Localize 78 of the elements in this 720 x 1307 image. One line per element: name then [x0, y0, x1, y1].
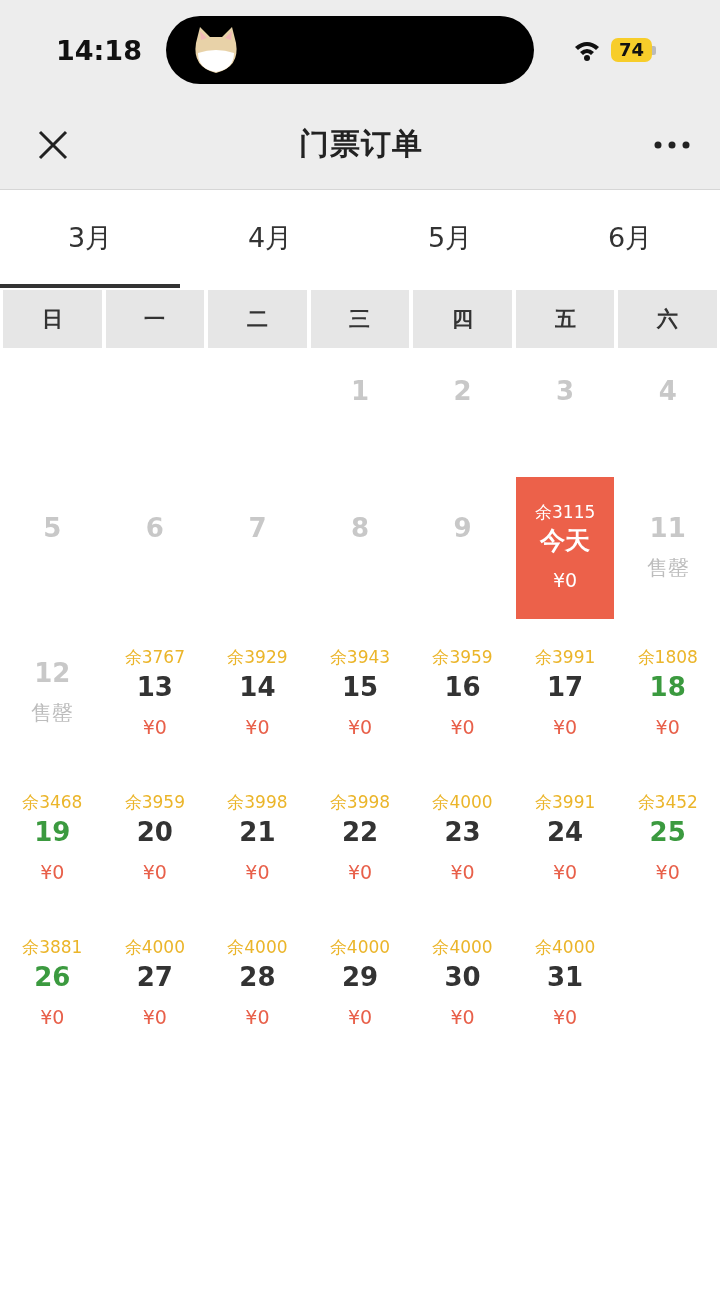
date-number[interactable]: 13 — [136, 669, 173, 705]
price-label: ¥0 — [553, 568, 578, 593]
price-label: ¥0 — [553, 860, 578, 885]
sold-out-label: 售罄 — [31, 700, 74, 726]
month-tab[interactable]: 5月 — [360, 190, 540, 288]
remaining-count: 余3998 — [329, 791, 391, 814]
price-label: ¥0 — [553, 1005, 578, 1030]
price-label: ¥0 — [347, 715, 373, 740]
weekday-header: 五 — [515, 290, 615, 348]
weekday-header: 三 — [310, 290, 410, 348]
date-number[interactable]: 21 — [239, 814, 276, 850]
price-label: ¥0 — [347, 860, 373, 885]
remaining-count: 余3959 — [124, 791, 185, 814]
more-button[interactable] — [654, 139, 690, 150]
battery-level: 74 — [610, 38, 652, 62]
date-number[interactable]: 23 — [444, 814, 481, 850]
price-label: ¥0 — [450, 860, 475, 885]
price-label: ¥0 — [245, 715, 270, 740]
price-label: ¥0 — [245, 1005, 270, 1030]
remaining-count: 余3881 — [22, 936, 83, 959]
remaining-count: 余4000 — [124, 936, 185, 959]
weekday-header: 一 — [105, 290, 205, 348]
date-number[interactable]: 20 — [136, 814, 173, 850]
price-label: ¥0 — [142, 1005, 167, 1030]
today-label: 今天 — [540, 525, 591, 557]
date-number[interactable]: 29 — [341, 959, 379, 995]
date-number[interactable]: 14 — [239, 669, 276, 705]
date-number[interactable]: 31 — [547, 959, 584, 995]
remaining-count: 余1808 — [637, 646, 698, 669]
remaining-count: 余4000 — [432, 791, 493, 814]
price-label: ¥0 — [40, 1005, 65, 1030]
remaining-count: 余3767 — [124, 646, 185, 669]
remaining-count: 余3991 — [535, 646, 596, 669]
remaining-count: 余4000 — [227, 936, 288, 959]
price-label: ¥0 — [347, 1005, 373, 1030]
weekday-header: 六 — [618, 290, 717, 348]
remaining-count: 余3991 — [535, 791, 596, 814]
price-label: ¥0 — [142, 860, 167, 885]
date-number[interactable]: 17 — [547, 669, 584, 705]
weekday-header: 日 — [3, 290, 102, 348]
month-tab[interactable]: 6月 — [540, 190, 720, 288]
date-number[interactable]: 25 — [649, 814, 686, 850]
date-number[interactable]: 26 — [34, 959, 71, 995]
remaining-count: 余4000 — [535, 936, 596, 959]
price-label: ¥0 — [40, 860, 65, 885]
weekday-header: 二 — [208, 290, 307, 348]
remaining-count: 余3959 — [432, 646, 493, 669]
price-label: ¥0 — [142, 715, 167, 740]
date-number[interactable]: 22 — [341, 814, 379, 850]
month-tab[interactable]: 4月 — [180, 190, 360, 288]
remaining-count: 余3468 — [22, 791, 83, 814]
date-number[interactable]: 16 — [444, 669, 481, 705]
remaining-count: 余3998 — [227, 791, 288, 814]
weekday-header: 四 — [413, 290, 512, 348]
date-number[interactable]: 19 — [34, 814, 71, 850]
clock-time: 14:18 — [56, 34, 143, 66]
date-number[interactable]: 18 — [649, 669, 686, 705]
price-label: ¥0 — [553, 715, 578, 740]
remaining-count: 余3943 — [329, 646, 391, 669]
price-label: ¥0 — [450, 715, 475, 740]
battery-cap-icon — [652, 45, 656, 55]
date-number[interactable]: 30 — [444, 959, 481, 995]
date-number[interactable]: 24 — [547, 814, 584, 850]
remaining-count: 余4000 — [329, 936, 391, 959]
remaining-count: 余3452 — [637, 791, 698, 814]
date-number[interactable]: 28 — [239, 959, 276, 995]
remaining-count: 余3929 — [227, 646, 288, 669]
sold-out-label: 售罄 — [646, 555, 689, 581]
price-label: ¥0 — [450, 1005, 475, 1030]
date-number[interactable]: 27 — [136, 959, 173, 995]
price-label: ¥0 — [655, 715, 680, 740]
page-title: 门票订单 — [298, 125, 424, 163]
price-label: ¥0 — [655, 860, 680, 885]
date-number[interactable]: 15 — [341, 669, 379, 705]
remaining-count: 余3115 — [535, 501, 596, 524]
remaining-count: 余4000 — [432, 936, 493, 959]
price-label: ¥0 — [245, 860, 270, 885]
close-button[interactable] — [38, 129, 68, 160]
